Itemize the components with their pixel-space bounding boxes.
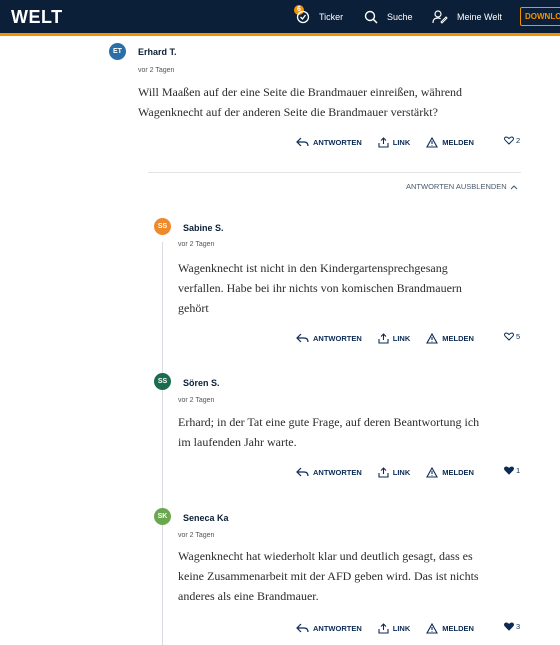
reply-label: ANTWORTEN	[313, 623, 362, 633]
warning-icon	[426, 136, 439, 148]
comment-line: Wagenknecht hat wiederholt klar und deut…	[178, 549, 473, 563]
report-button[interactable]: MELDEN	[426, 622, 474, 634]
link-label: LINK	[392, 137, 411, 147]
like-count: 2	[516, 136, 521, 145]
avatar[interactable]: SK	[154, 508, 171, 525]
comment-text: Wagenknecht hat wiederholt klar und deut…	[178, 546, 479, 606]
avatar[interactable]: SS	[154, 373, 171, 390]
like-count: 3	[516, 622, 521, 631]
reply-button[interactable]: ANTWORTEN	[296, 623, 362, 633]
link-button[interactable]: LINK	[378, 136, 411, 148]
reply-icon	[296, 137, 309, 147]
like-button[interactable]: 2	[504, 136, 520, 145]
link-button[interactable]: LINK	[378, 622, 411, 634]
reply-label: ANTWORTEN	[313, 333, 362, 343]
reply-thread-line	[162, 242, 163, 645]
reply-button[interactable]: ANTWORTEN	[296, 467, 362, 477]
share-link-icon	[378, 466, 389, 478]
report-button[interactable]: MELDEN	[426, 136, 474, 148]
comment-line: anderes als eine Brandmauer.	[178, 589, 319, 603]
avatar[interactable]: ET	[109, 43, 126, 60]
heart-outline-icon	[504, 332, 514, 341]
nav-search-label: Suche	[387, 11, 413, 22]
heart-filled-icon	[504, 622, 514, 631]
link-button[interactable]: LINK	[378, 466, 411, 478]
reply-icon	[296, 333, 309, 343]
ticker-icon	[296, 10, 310, 23]
download-button[interactable]: DOWNLOAD	[520, 7, 560, 26]
comment-text: Wagenknecht ist nicht in den Kindergarte…	[178, 258, 462, 318]
reply-icon	[296, 623, 309, 633]
comment-date: vor 2 Tagen	[178, 532, 215, 539]
comment-text: Erhard; in der Tat eine gute Frage, auf …	[178, 412, 479, 452]
comment-date: vor 2 Tagen	[178, 397, 215, 404]
like-button[interactable]: 5	[504, 332, 520, 341]
link-label: LINK	[392, 467, 411, 477]
hide-replies-button[interactable]: ANTWORTEN AUSBLENDEN	[406, 182, 518, 191]
comment-line: keine Zusammenarbeit mit der AFD geben w…	[178, 569, 479, 583]
like-button[interactable]: 1	[504, 466, 520, 475]
report-button[interactable]: MELDEN	[426, 466, 474, 478]
report-label: MELDEN	[442, 333, 474, 343]
report-label: MELDEN	[442, 467, 474, 477]
comment-author[interactable]: Erhard T.	[138, 47, 177, 57]
warning-icon	[426, 466, 439, 478]
comment-line: Erhard; in der Tat eine gute Frage, auf …	[178, 415, 480, 429]
reply-icon	[296, 467, 309, 477]
comment-line: Will Maaßen auf der eine Seite die Brand…	[138, 85, 463, 99]
comment-date: vor 2 Tagen	[178, 241, 215, 248]
comment-line: gehört	[178, 301, 209, 315]
warning-icon	[426, 332, 439, 344]
comment-line: Wagenknecht ist nicht in den Kindergarte…	[178, 261, 448, 275]
nav-meine-welt-label: Meine Welt	[457, 11, 502, 22]
heart-filled-icon	[504, 466, 514, 475]
comment-date: vor 2 Tagen	[138, 67, 175, 74]
comment-text: Will Maaßen auf der eine Seite die Brand…	[138, 82, 462, 122]
comment-line: im laufenden Jahr warte.	[178, 435, 297, 449]
user-edit-icon	[432, 9, 448, 24]
reply-button[interactable]: ANTWORTEN	[296, 333, 362, 343]
link-button[interactable]: LINK	[378, 332, 411, 344]
share-link-icon	[378, 136, 389, 148]
comment-actions: ANTWORTEN LINK MELDEN	[296, 135, 490, 149]
thread-divider	[148, 172, 521, 173]
comment-actions: ANTWORTEN LINK MELDEN	[296, 465, 490, 479]
reply-button[interactable]: ANTWORTEN	[296, 137, 362, 147]
welt-logo[interactable]: WELT	[11, 7, 63, 28]
reply-label: ANTWORTEN	[313, 137, 362, 147]
nav-meine-welt[interactable]: Meine Welt	[432, 0, 502, 33]
nav-ticker-label: Ticker	[319, 11, 344, 22]
like-button[interactable]: 3	[504, 622, 520, 631]
link-label: LINK	[392, 333, 411, 343]
avatar[interactable]: SS	[154, 218, 171, 235]
nav-ticker[interactable]: Ticker	[296, 0, 343, 33]
share-link-icon	[378, 332, 389, 344]
reply-label: ANTWORTEN	[313, 467, 362, 477]
hide-replies-label: ANTWORTEN AUSBLENDEN	[406, 182, 507, 191]
comment-author[interactable]: Sören S.	[183, 378, 220, 388]
nav-search[interactable]: Suche	[364, 0, 413, 33]
report-button[interactable]: MELDEN	[426, 332, 474, 344]
comment-author[interactable]: Sabine S.	[183, 223, 224, 233]
comment-actions: ANTWORTEN LINK MELDEN	[296, 621, 490, 635]
comment-actions: ANTWORTEN LINK MELDEN	[296, 331, 490, 345]
like-count: 5	[516, 332, 521, 341]
warning-icon	[426, 622, 439, 634]
like-count: 1	[516, 466, 521, 475]
heart-outline-icon	[504, 136, 514, 145]
link-label: LINK	[392, 623, 411, 633]
share-link-icon	[378, 622, 389, 634]
header-accent-line	[0, 33, 560, 36]
comment-line: Wagenknecht auf der anderen Seite die Br…	[138, 105, 438, 119]
chevron-up-icon	[510, 184, 518, 189]
search-icon	[364, 10, 378, 24]
report-label: MELDEN	[442, 137, 474, 147]
report-label: MELDEN	[442, 623, 474, 633]
comment-line: verfallen. Habe bei ihr nichts von komis…	[178, 281, 462, 295]
comment-author[interactable]: Seneca Ka	[183, 513, 229, 523]
